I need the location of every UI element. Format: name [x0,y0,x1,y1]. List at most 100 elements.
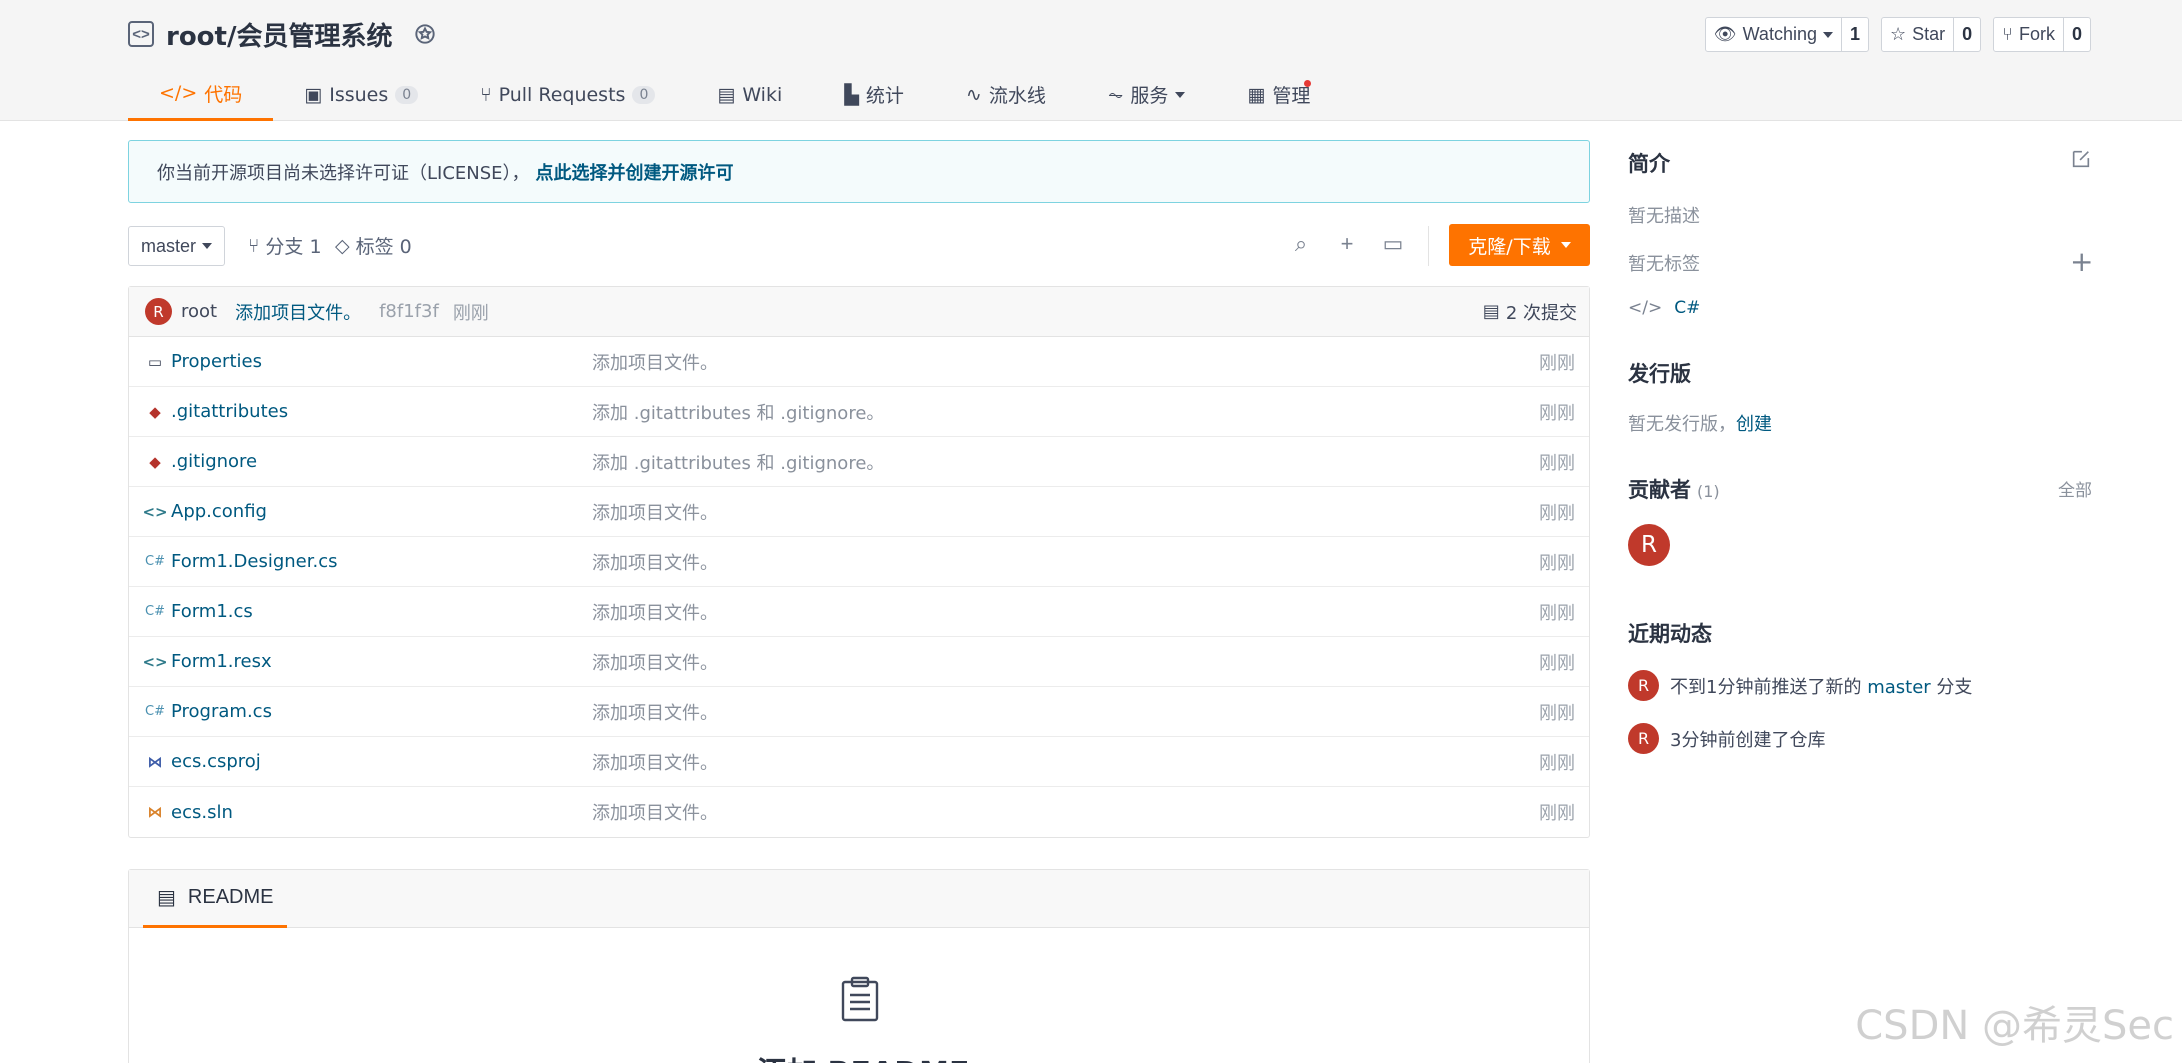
contributors-title: 贡献者 [1628,478,1691,502]
file-row[interactable]: ⋈ ecs.csproj 添加项目文件。 刚刚 [129,737,1589,787]
commit-hash[interactable]: f8f1f3f [379,301,439,322]
file-row[interactable]: ◆ .gitattributes 添加 .gitattributes 和 .giti… [129,387,1589,437]
all-contributors-link[interactable]: 全部 [2058,476,2092,501]
issues-icon: ▣ [304,83,323,106]
file-commit-message[interactable]: 添加项目文件。 [592,549,718,575]
repo-icon: <> [128,21,154,47]
vs-icon: ⋈ [147,752,163,771]
fork-button[interactable]: ⑂ Fork 0 [1993,17,2091,52]
contributors-count: (1) [1697,482,1720,501]
commit-time: 刚刚 [452,302,489,324]
readme-panel: ▤ README 添加 README [128,869,1590,1063]
file-commit-message[interactable]: 添加项目文件。 [592,699,718,725]
file-name-link[interactable]: ecs.csproj [171,751,261,772]
create-release-link[interactable]: 创建 [1736,414,1772,435]
add-tag-icon[interactable]: + [2070,248,2093,276]
no-release-text: 暂无发行版， [1628,414,1736,435]
file-commit-message[interactable]: 添加项目文件。 [592,749,718,775]
tags-link[interactable]: ◇ 标签 0 [335,232,412,259]
add-readme-heading[interactable]: 添加 README [757,1048,970,1063]
repo-name[interactable]: root/会员管理系统 [166,16,392,53]
avatar[interactable]: R [145,298,172,325]
tab-stats[interactable]: ▙ 统计 [813,68,935,121]
file-row[interactable]: C# Program.cs 添加项目文件。 刚刚 [129,687,1589,737]
file-commit-message[interactable]: 添加项目文件。 [592,599,718,625]
tab-pull-requests[interactable]: ⑂ Pull Requests 0 [449,68,686,121]
file-name-link[interactable]: ecs.sln [171,802,233,823]
file-commit-message[interactable]: 添加 .gitattributes 和 .gitignore。 [592,449,884,475]
file-commit-message[interactable]: 添加项目文件。 [592,799,718,825]
file-name-link[interactable]: Properties [171,351,262,372]
star-count[interactable]: 0 [1953,18,1980,51]
tab-services[interactable]: ⏦ 服务 [1077,68,1217,121]
badge-icon[interactable] [412,21,438,47]
intro-title: 简介 [1628,152,1670,176]
file-row[interactable]: C# Form1.Designer.cs 添加项目文件。 刚刚 [129,537,1589,587]
file-name-link[interactable]: Form1.resx [171,651,272,672]
file-name-link[interactable]: Program.cs [171,701,272,722]
toolbar-divider [1428,226,1429,266]
create-license-link[interactable]: 点此选择并创建开源许可 [536,159,734,185]
avatar[interactable]: R [1628,670,1659,701]
file-commit-time: 刚刚 [1539,803,1575,824]
tab-code[interactable]: </> 代码 [128,68,274,121]
contributors-heading: 贡献者 (1) [1628,474,2092,504]
branch-link[interactable]: master [1867,677,1930,698]
tab-manage[interactable]: ▦ 管理 [1216,68,1341,121]
fork-count[interactable]: 0 [2062,18,2090,51]
readme-tab-label: README [187,886,274,908]
file-row[interactable]: <> App.config 添加项目文件。 刚刚 [129,487,1589,537]
clone-download-button[interactable]: 克隆/下载 [1449,224,1590,266]
clone-label: 克隆/下载 [1468,235,1551,258]
file-commit-message[interactable]: 添加项目文件。 [592,649,718,675]
file-row[interactable]: C# Form1.cs 添加项目文件。 刚刚 [129,587,1589,637]
plus-icon[interactable]: + [1335,231,1359,256]
commit-author[interactable]: root [181,301,217,322]
commit-message[interactable]: 添加项目文件。 [235,299,361,325]
watch-label: Watching [1742,24,1817,44]
repo-header: <> root/会员管理系统 👁 Watching 1 ☆ Star 0 ⑂ Fork… [0,0,2182,121]
watch-button[interactable]: 👁 Watching 1 [1704,17,1869,52]
file-name-link[interactable]: Form1.cs [171,601,253,622]
branch-select-value: master [141,235,197,256]
file-commit-message[interactable]: 添加 .gitattributes 和 .gitignore。 [592,399,884,425]
star-button[interactable]: ☆ Star 0 [1881,17,1982,52]
latest-commit: R root 添加项目文件。 f8f1f3f 刚刚 ▤ 2 次提交 [129,287,1589,337]
file-name-link[interactable]: .gitattributes [171,401,288,422]
file-name-link[interactable]: Form1.Designer.cs [171,551,337,572]
tab-issues-label: Issues [329,83,389,106]
code-icon: <> [142,502,168,521]
tab-pipeline[interactable]: ∿ 流水线 [935,68,1077,121]
no-tags: 暂无标签 [1628,254,1700,275]
file-row[interactable]: ⋈ ecs.sln 添加项目文件。 刚刚 [129,787,1589,837]
branch-icon: ⑂ [248,234,260,257]
edit-icon[interactable] [2070,148,2092,170]
repo-actions: 👁 Watching 1 ☆ Star 0 ⑂ Fork 0 [1704,17,2091,52]
file-tools: ⌕ + ▭ [1289,231,1405,256]
tab-wiki-label: Wiki [742,83,783,106]
watch-count[interactable]: 1 [1840,18,1868,51]
monitor-icon[interactable]: ▭ [1381,231,1405,256]
file-row[interactable]: ▭ Properties 添加项目文件。 刚刚 [129,337,1589,387]
file-row[interactable]: <> Form1.resx 添加项目文件。 刚刚 [129,637,1589,687]
tab-readme[interactable]: ▤ README [143,870,288,928]
language-link[interactable]: </> C# [1628,298,2092,318]
search-icon[interactable]: ⌕ [1289,231,1313,256]
file-commit-time: 刚刚 [1539,652,1575,674]
avatar[interactable]: R [1628,723,1659,754]
tab-issues[interactable]: ▣ Issues 0 [273,68,449,121]
tab-wiki[interactable]: ▤ Wiki [686,68,813,121]
file-commit-message[interactable]: 添加项目文件。 [592,349,718,375]
activity-section: 近期动态 R 不到1分钟前推送了新的 master 分支 R 3分钟前创建了仓库 [1628,618,2092,754]
csharp-icon: C# [145,554,165,569]
file-commit-time: 刚刚 [1539,502,1575,524]
commit-count-link[interactable]: ▤ 2 次提交 [1483,299,1577,325]
file-row[interactable]: ◆ .gitignore 添加 .gitattributes 和 .gitignor… [129,437,1589,487]
file-name-link[interactable]: App.config [171,501,267,522]
branch-select[interactable]: master [128,226,225,266]
branches-link[interactable]: ⑂ 分支 1 [248,232,322,259]
release-section: 发行版 暂无发行版，创建 [1628,358,2092,436]
avatar[interactable]: R [1628,524,1670,566]
file-commit-message[interactable]: 添加项目文件。 [592,499,718,525]
file-name-link[interactable]: .gitignore [171,451,257,472]
